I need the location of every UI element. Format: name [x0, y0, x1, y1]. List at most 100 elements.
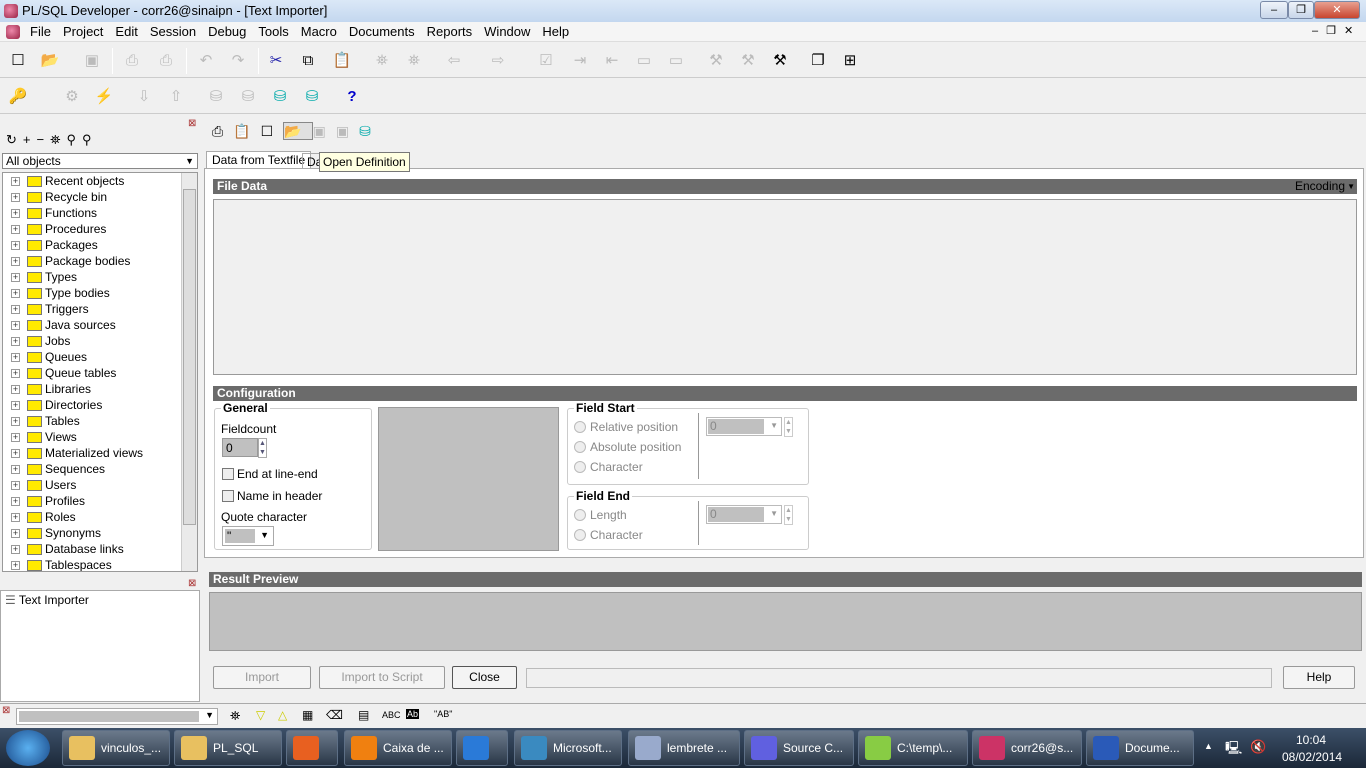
- expand-icon[interactable]: +: [11, 177, 20, 186]
- clear-icon[interactable]: ☐: [261, 123, 284, 139]
- field-start-spinner[interactable]: ▲ ▼: [784, 417, 793, 437]
- menu-file[interactable]: File: [24, 22, 57, 41]
- redo-icon[interactable]: ↷: [228, 51, 248, 71]
- expand-icon[interactable]: +: [11, 337, 20, 346]
- paste-icon[interactable]: 📋: [332, 51, 352, 71]
- help-icon[interactable]: ?: [342, 87, 362, 107]
- tree-item[interactable]: + Profiles: [3, 493, 197, 509]
- menu-help[interactable]: Help: [536, 22, 575, 41]
- save-icon[interactable]: ▣: [82, 51, 102, 71]
- expand-icon[interactable]: +: [11, 417, 20, 426]
- expand-icon[interactable]: +: [11, 241, 20, 250]
- import-to-script-button[interactable]: Import to Script: [319, 666, 445, 689]
- highlight-icon[interactable]: ▦: [302, 708, 313, 722]
- cascade-icon[interactable]: ❐: [808, 51, 828, 71]
- selection-icon[interactable]: ▤: [358, 708, 369, 722]
- taskbar-item[interactable]: C:\temp\...: [858, 730, 968, 766]
- volume-muted-icon[interactable]: 🔇: [1250, 739, 1266, 755]
- tree-scrollbar[interactable]: [181, 173, 197, 571]
- expand-icon[interactable]: +: [11, 401, 20, 410]
- tree-item[interactable]: + Libraries: [3, 381, 197, 397]
- tree-item[interactable]: + Views: [3, 429, 197, 445]
- show-hidden-icons[interactable]: ▲: [1204, 741, 1213, 751]
- expand-icon[interactable]: +: [11, 257, 20, 266]
- tree-item[interactable]: + Recycle bin: [3, 189, 197, 205]
- print-icon[interactable]: ⎙: [122, 51, 142, 71]
- import-menu-icon[interactable]: ⎙: [212, 123, 233, 139]
- expand-icon[interactable]: +: [11, 497, 20, 506]
- taskbar-item[interactable]: vinculos_...: [62, 730, 170, 766]
- tree-item[interactable]: + Packages: [3, 237, 197, 253]
- radio-length[interactable]: [574, 509, 586, 521]
- tree-item[interactable]: + Synonyms: [3, 525, 197, 541]
- name-in-header-checkbox[interactable]: [222, 490, 234, 502]
- tree-item[interactable]: + Sequences: [3, 461, 197, 477]
- expand-icon[interactable]: +: [11, 193, 20, 202]
- end-at-line-end-checkbox[interactable]: [222, 468, 234, 480]
- browser-toolbar[interactable]: ↻+−⛯⚲⚲: [6, 132, 98, 148]
- key-icon[interactable]: 🔑: [8, 87, 28, 107]
- tool2-icon[interactable]: ⚒: [738, 51, 758, 71]
- radio-relative-position[interactable]: [574, 421, 586, 433]
- clock-date[interactable]: 08/02/2014: [1282, 750, 1342, 764]
- tree-item[interactable]: + Users: [3, 477, 197, 493]
- unindent-icon[interactable]: ⇤: [602, 51, 622, 71]
- menu-tools[interactable]: Tools: [252, 22, 294, 41]
- save-definition-icon[interactable]: ▣: [313, 123, 336, 139]
- taskbar-item[interactable]: lembrete ...: [628, 730, 740, 766]
- regex-button[interactable]: "AB": [434, 709, 452, 719]
- tree-item[interactable]: + Java sources: [3, 317, 197, 333]
- mdi-controls[interactable]: ‒❐✕: [1312, 24, 1361, 37]
- tree-item[interactable]: + Procedures: [3, 221, 197, 237]
- tree-item[interactable]: + Roles: [3, 509, 197, 525]
- close-window-button[interactable]: ✕: [1314, 1, 1360, 19]
- taskbar-item[interactable]: [456, 730, 508, 766]
- menu-session[interactable]: Session: [144, 22, 202, 41]
- tree-item[interactable]: + Queue tables: [3, 365, 197, 381]
- expand-icon[interactable]: +: [11, 273, 20, 282]
- indent-icon[interactable]: ⇥: [570, 51, 590, 71]
- field-end-spinner[interactable]: ▲ ▼: [784, 505, 793, 525]
- tree-item[interactable]: + Package bodies: [3, 253, 197, 269]
- window-list-item[interactable]: ☰ Text Importer: [1, 591, 199, 609]
- close-find-icon[interactable]: ⊠: [2, 705, 10, 716]
- menu-documents[interactable]: Documents: [343, 22, 421, 41]
- save-as-icon[interactable]: ▣: [336, 123, 359, 139]
- open-definition-icon[interactable]: 📂: [283, 122, 313, 140]
- expand-icon[interactable]: +: [11, 369, 20, 378]
- new-icon[interactable]: ☐: [8, 51, 28, 71]
- forward-icon[interactable]: ⇨: [488, 51, 508, 71]
- tile-icon[interactable]: ⊞: [840, 51, 860, 71]
- find-prev-up-icon[interactable]: △: [278, 708, 287, 722]
- expand-icon[interactable]: +: [11, 513, 20, 522]
- tree-item[interactable]: + Queues: [3, 349, 197, 365]
- object-filter-select[interactable]: All objects ▼: [2, 153, 198, 169]
- expand-icon[interactable]: +: [11, 225, 20, 234]
- tree-item[interactable]: + Materialized views: [3, 445, 197, 461]
- eraser-icon[interactable]: ⌫: [326, 708, 343, 722]
- fieldcount-input[interactable]: 0: [222, 438, 258, 457]
- taskbar-item[interactable]: corr26@s...: [972, 730, 1082, 766]
- import-button[interactable]: Import: [213, 666, 311, 689]
- tree-item[interactable]: + Types: [3, 269, 197, 285]
- db-icon[interactable]: ⛁: [206, 87, 226, 107]
- clock-time[interactable]: 10:04: [1296, 733, 1326, 747]
- expand-icon[interactable]: +: [11, 353, 20, 362]
- copy-icon[interactable]: ⧉: [298, 51, 318, 71]
- start-button[interactable]: [6, 730, 50, 766]
- expand-icon[interactable]: +: [11, 545, 20, 554]
- radio-absolute-position[interactable]: [574, 441, 586, 453]
- find-icon[interactable]: ⛯: [372, 51, 392, 71]
- connect-icon[interactable]: ⛁: [270, 87, 290, 107]
- expand-icon[interactable]: +: [11, 561, 20, 570]
- tree-item[interactable]: + Type bodies: [3, 285, 197, 301]
- tool-icon[interactable]: ⚒: [706, 51, 726, 71]
- expand-icon[interactable]: +: [11, 289, 20, 298]
- undo-icon[interactable]: ↶: [196, 51, 216, 71]
- tool3-icon[interactable]: ⚒: [770, 51, 790, 71]
- match-case-button[interactable]: ABC: [382, 710, 401, 720]
- taskbar-item[interactable]: [286, 730, 338, 766]
- rollback-icon[interactable]: ⇧: [166, 87, 186, 107]
- uncomment-icon[interactable]: ▭: [666, 51, 686, 71]
- result-preview-grid[interactable]: [209, 592, 1362, 651]
